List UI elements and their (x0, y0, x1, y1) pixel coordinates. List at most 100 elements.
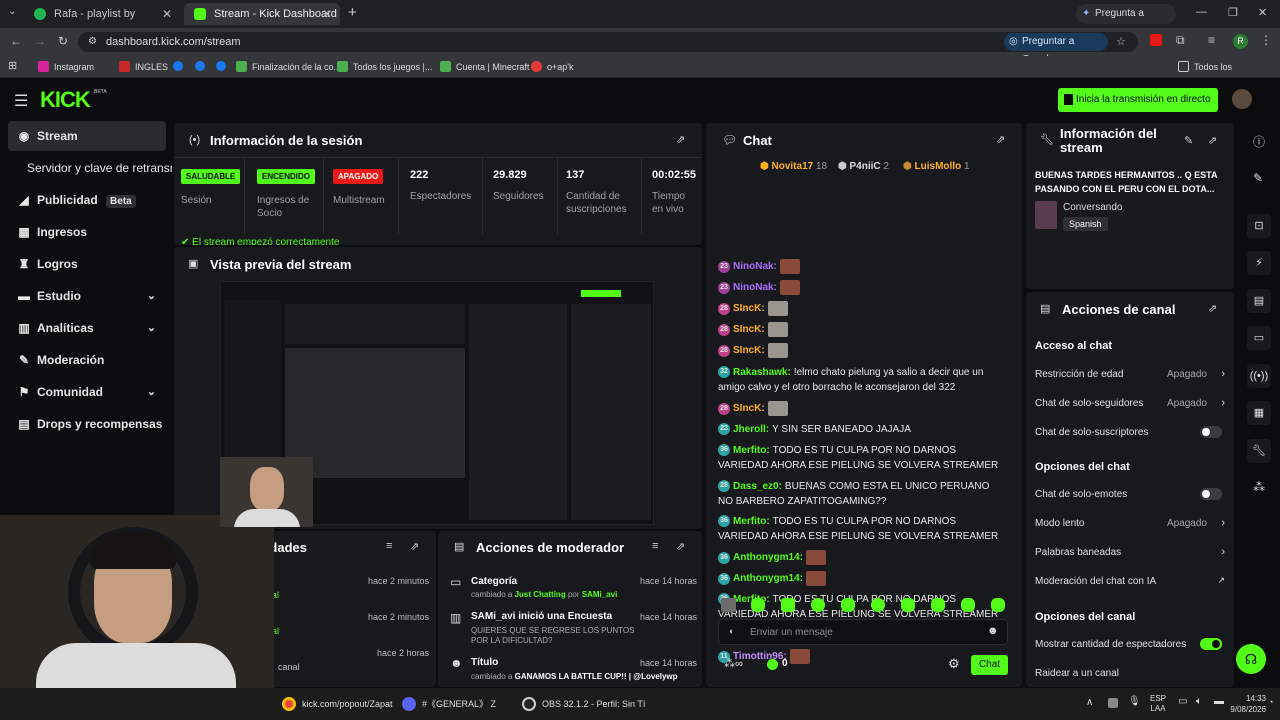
tab-playlist[interactable]: Rafa - playlist by Rafael.xared | ✕ (24, 3, 180, 42)
clock[interactable]: 14:33 9/08/2026 (1228, 693, 1266, 715)
chat-username[interactable]: Rakashawk: (733, 367, 791, 378)
sidebar-item-server-key[interactable]: Servidor y clave de retransmisión (8, 153, 172, 183)
chat-username[interactable]: SIncK: (733, 403, 765, 414)
sidebar-item-analiticas[interactable]: ▥ Analíticas ⌄ (8, 313, 166, 343)
bookmark-ingles[interactable]: INGLES (119, 59, 168, 75)
bookmark-instagram[interactable]: Instagram (38, 59, 94, 75)
sidebar-item-logros[interactable]: ♜ Logros (8, 249, 166, 279)
tray-app-icon[interactable] (1108, 698, 1118, 708)
profile-avatar[interactable]: R (1233, 34, 1248, 49)
filter-icon[interactable]: ≡ (386, 540, 392, 552)
go-live-button[interactable]: Inicia la transmisión en directo (1058, 88, 1218, 112)
bookmark-minecraft[interactable]: Cuenta | Minecraft (440, 59, 529, 75)
network-icon[interactable]: ▭ (1178, 696, 1187, 707)
popout-icon[interactable]: ⇗ (1208, 134, 1217, 147)
restore-button[interactable]: ❐ (1228, 6, 1238, 19)
chat-username[interactable]: Merfito: (733, 445, 770, 456)
facebook-icon[interactable] (173, 61, 183, 71)
sidebar-item-moderacion[interactable]: ✎ Moderación (8, 345, 166, 375)
chat-username[interactable]: NinoNak: (733, 261, 777, 272)
minimize-button[interactable]: — (1196, 6, 1207, 18)
setting-row-age[interactable]: Restricción de edad Apagado › (1035, 368, 1225, 380)
detail-highlight[interactable]: Just Chatting (515, 590, 566, 599)
emote-icon[interactable] (811, 598, 825, 612)
notification-bell-icon[interactable]: ◔ (1268, 697, 1273, 707)
bookmark-apk[interactable]: o+ap'k (531, 59, 574, 75)
tray-chevron-icon[interactable]: ∧ (1086, 697, 1093, 708)
edit-rail-icon[interactable]: ✎ (1253, 171, 1263, 185)
lightning-rail-icon[interactable]: ⚡︎ (1247, 251, 1271, 275)
chat-username[interactable]: NinoNak: (733, 282, 777, 293)
emotes-only-toggle[interactable] (1200, 488, 1222, 500)
community-points-icon[interactable]: ⁂∞ (724, 657, 743, 670)
forward-icon[interactable]: → (34, 34, 46, 48)
user-avatar[interactable] (1232, 89, 1252, 109)
chat-rail-icon[interactable]: ▭ (1247, 326, 1271, 350)
popout-icon[interactable]: ⇗ (996, 133, 1005, 146)
setting-row-ai-moderation[interactable]: Moderación del chat con IA ↗ (1035, 575, 1225, 587)
setting-row-banned-words[interactable]: Palabras baneadas › (1035, 546, 1225, 558)
camera-rail-icon[interactable]: ⊡ (1247, 214, 1271, 238)
chat-username[interactable]: Merfito: (733, 516, 770, 527)
emote-icon[interactable] (841, 598, 855, 612)
emote-icon[interactable] (751, 598, 765, 612)
tab-kick-dashboard[interactable]: Stream - Kick Dashboard ✕ (184, 3, 340, 25)
menu-icon[interactable]: ⋮ (1260, 33, 1272, 47)
taskbar-obs[interactable]: OBS 32.1.2 - Perfil: Sin Tí (522, 696, 645, 712)
facebook-icon[interactable] (216, 61, 226, 71)
all-bookmarks[interactable]: Todos los marcadores (1178, 59, 1280, 88)
sidebar-item-estudio[interactable]: ▬ Estudio ⌄ (8, 281, 166, 311)
chat-username[interactable]: SIncK: (733, 324, 765, 335)
bookmark-star-icon[interactable]: ☆ (1116, 32, 1126, 52)
url-field[interactable]: ⚙ dashboard.kick.com/stream ◎ Preguntar … (78, 32, 1138, 65)
community-rail-icon[interactable]: ⁂ (1253, 480, 1265, 494)
taskbar-chrome[interactable]: kick.com/popout/Zapat (282, 696, 393, 712)
microphone-icon[interactable]: 🎙︎ (1128, 696, 1141, 707)
bookmark-finalizacion[interactable]: Finalización de la co... (236, 59, 341, 75)
tab-list-chevron-icon[interactable]: ⌄ (8, 6, 16, 17)
chat-username[interactable]: SIncK: (733, 345, 765, 356)
reload-icon[interactable]: ↻ (58, 34, 68, 48)
emote-icon[interactable] (991, 598, 1005, 612)
media-icon[interactable]: ≡ (1208, 33, 1215, 47)
setting-row-slow-mode[interactable]: Modo lento Apagado › (1035, 517, 1225, 529)
new-tab-button[interactable]: + (348, 4, 357, 21)
broadcast-rail-icon[interactable]: ((•)) (1247, 364, 1271, 388)
emote-icon[interactable] (931, 598, 945, 612)
gifter-1[interactable]: ⬢ Novita17 18 (760, 161, 827, 172)
volume-icon[interactable]: 🔈︎ (1196, 696, 1202, 707)
support-button[interactable]: ☊ (1236, 644, 1266, 674)
popout-icon[interactable]: ⇗ (410, 540, 419, 553)
wrench-rail-icon[interactable]: 🔧︎ (1247, 439, 1271, 463)
ask-google-button[interactable]: ◎ Preguntar a Google (1004, 33, 1108, 65)
chat-username[interactable]: Anthonygm14: (733, 552, 803, 563)
battery-icon[interactable]: ▬ (1214, 696, 1224, 707)
close-tab-icon[interactable]: ✕ (322, 3, 332, 25)
emote-icon[interactable] (781, 598, 795, 612)
chat-input[interactable]: ◐ Enviar un mensaje ☻ (718, 619, 1008, 645)
popout-icon[interactable]: ⇗ (676, 540, 685, 553)
sidebar-item-publicidad[interactable]: ◢ Publicidad Beta (8, 185, 166, 215)
edit-icon[interactable]: ✎ (1184, 134, 1193, 147)
document-rail-icon[interactable]: ▤ (1247, 289, 1271, 313)
apps-grid-icon[interactable]: ⊞ (8, 59, 17, 72)
emote-icon[interactable] (721, 598, 736, 612)
gifter-2[interactable]: ⬢ P4niiC 2 (838, 161, 889, 172)
chat-username[interactable]: Jheroll: (733, 424, 769, 435)
chat-username[interactable]: SIncK: (733, 303, 765, 314)
facebook-icon[interactable] (195, 61, 205, 71)
emoji-picker-icon[interactable]: ☻ (987, 625, 999, 637)
chat-send-button[interactable]: Chat (971, 655, 1008, 675)
setting-row-followers[interactable]: Chat de solo-seguidores Apagado › (1035, 397, 1225, 409)
back-icon[interactable]: ← (10, 34, 22, 48)
sidebar-item-stream[interactable]: ◉ Stream (8, 121, 166, 151)
close-window-button[interactable]: ✕ (1258, 6, 1267, 19)
language-indicator[interactable]: ESP LAA (1150, 694, 1166, 714)
setting-row-raid[interactable]: Raidear a un canal (1035, 668, 1225, 679)
chat-username[interactable]: Anthonygm14: (733, 573, 803, 584)
sidebar-item-drops[interactable]: ▤ Drops y recompensas (8, 409, 166, 439)
chat-settings-icon[interactable]: ⚙ (948, 656, 960, 672)
detail-user[interactable]: SAMi_avi (582, 590, 618, 599)
emote-icon[interactable] (961, 598, 975, 612)
close-tab-icon[interactable]: ✕ (162, 3, 172, 25)
